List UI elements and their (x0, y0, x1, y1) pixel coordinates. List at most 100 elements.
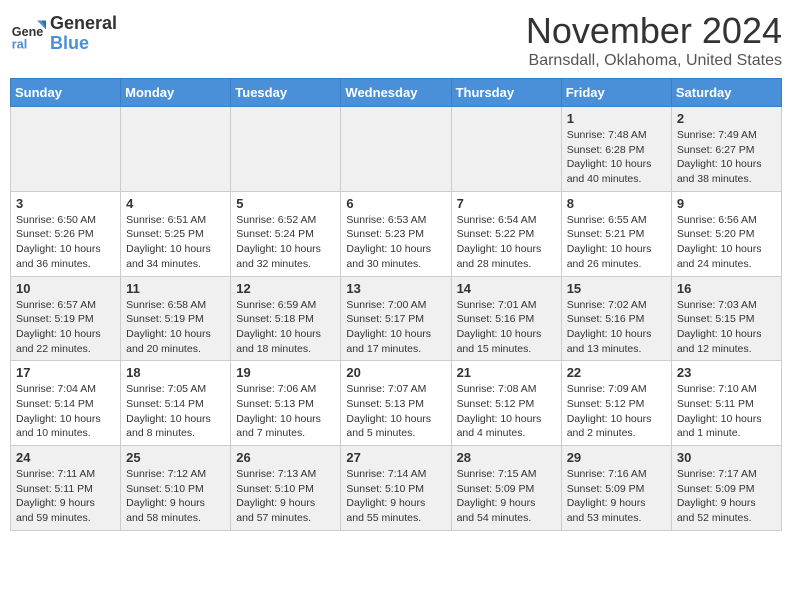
day-info: Sunrise: 7:02 AM Sunset: 5:16 PM Dayligh… (567, 298, 666, 357)
calendar-cell (451, 107, 561, 192)
day-info: Sunrise: 6:50 AM Sunset: 5:26 PM Dayligh… (16, 213, 115, 272)
day-info: Sunrise: 7:10 AM Sunset: 5:11 PM Dayligh… (677, 382, 776, 441)
day-number: 29 (567, 450, 666, 465)
day-number: 23 (677, 365, 776, 380)
calendar-cell: 5 Sunrise: 6:52 AM Sunset: 5:24 PM Daylig… (231, 191, 341, 276)
month-title: November 2024 (526, 10, 782, 52)
day-number: 14 (457, 281, 556, 296)
day-info: Sunrise: 7:49 AM Sunset: 6:27 PM Dayligh… (677, 128, 776, 187)
day-info: Sunrise: 7:11 AM Sunset: 5:11 PM Dayligh… (16, 467, 115, 526)
calendar-cell: 8 Sunrise: 6:55 AM Sunset: 5:21 PM Daylig… (561, 191, 671, 276)
day-info: Sunrise: 7:07 AM Sunset: 5:13 PM Dayligh… (346, 382, 445, 441)
day-number: 3 (16, 196, 115, 211)
day-number: 8 (567, 196, 666, 211)
calendar-cell: 12 Sunrise: 6:59 AM Sunset: 5:18 PM Dayli… (231, 276, 341, 361)
day-info: Sunrise: 7:00 AM Sunset: 5:17 PM Dayligh… (346, 298, 445, 357)
calendar-cell: 22 Sunrise: 7:09 AM Sunset: 5:12 PM Dayli… (561, 361, 671, 446)
calendar-table: SundayMondayTuesdayWednesdayThursdayFrid… (10, 78, 782, 531)
day-info: Sunrise: 7:01 AM Sunset: 5:16 PM Dayligh… (457, 298, 556, 357)
day-number: 13 (346, 281, 445, 296)
day-info: Sunrise: 6:59 AM Sunset: 5:18 PM Dayligh… (236, 298, 335, 357)
day-info: Sunrise: 7:17 AM Sunset: 5:09 PM Dayligh… (677, 467, 776, 526)
calendar-cell: 20 Sunrise: 7:07 AM Sunset: 5:13 PM Dayli… (341, 361, 451, 446)
day-info: Sunrise: 7:08 AM Sunset: 5:12 PM Dayligh… (457, 382, 556, 441)
day-info: Sunrise: 6:52 AM Sunset: 5:24 PM Dayligh… (236, 213, 335, 272)
day-info: Sunrise: 6:55 AM Sunset: 5:21 PM Dayligh… (567, 213, 666, 272)
day-info: Sunrise: 6:56 AM Sunset: 5:20 PM Dayligh… (677, 213, 776, 272)
calendar-cell: 14 Sunrise: 7:01 AM Sunset: 5:16 PM Dayli… (451, 276, 561, 361)
calendar-cell: 18Sunrise: 7:05 AM Sunset: 5:14 PM Dayli… (121, 361, 231, 446)
svg-text:ral: ral (12, 37, 27, 51)
calendar-cell: 4Sunrise: 6:51 AM Sunset: 5:25 PM Daylig… (121, 191, 231, 276)
day-info: Sunrise: 7:15 AM Sunset: 5:09 PM Dayligh… (457, 467, 556, 526)
day-number: 24 (16, 450, 115, 465)
calendar-week-4: 17 Sunrise: 7:04 AM Sunset: 5:14 PM Dayli… (11, 361, 782, 446)
day-info: Sunrise: 7:12 AM Sunset: 5:10 PM Dayligh… (126, 467, 225, 526)
calendar-cell (341, 107, 451, 192)
day-info: Sunrise: 7:09 AM Sunset: 5:12 PM Dayligh… (567, 382, 666, 441)
calendar-week-3: 10Sunrise: 6:57 AM Sunset: 5:19 PM Dayli… (11, 276, 782, 361)
calendar-week-1: 1 Sunrise: 7:48 AM Sunset: 6:28 PM Daylig… (11, 107, 782, 192)
calendar-cell: 19Sunrise: 7:06 AM Sunset: 5:13 PM Dayli… (231, 361, 341, 446)
day-number: 27 (346, 450, 445, 465)
weekday-header-row: SundayMondayTuesdayWednesdayThursdayFrid… (11, 79, 782, 107)
calendar-cell (231, 107, 341, 192)
title-section: November 2024 Barnsdall, Oklahoma, Unite… (526, 10, 782, 70)
day-info: Sunrise: 7:03 AM Sunset: 5:15 PM Dayligh… (677, 298, 776, 357)
day-info: Sunrise: 7:05 AM Sunset: 5:14 PM Dayligh… (126, 382, 225, 441)
logo-blue: Blue (50, 34, 117, 54)
logo-general: General (50, 14, 117, 34)
day-number: 30 (677, 450, 776, 465)
calendar-cell (121, 107, 231, 192)
location-title: Barnsdall, Oklahoma, United States (526, 52, 782, 70)
page-header: Gene ral General Blue November 2024 Barn… (10, 10, 782, 70)
calendar-cell: 6Sunrise: 6:53 AM Sunset: 5:23 PM Daylig… (341, 191, 451, 276)
day-info: Sunrise: 6:51 AM Sunset: 5:25 PM Dayligh… (126, 213, 225, 272)
weekday-header-friday: Friday (561, 79, 671, 107)
day-number: 9 (677, 196, 776, 211)
day-number: 1 (567, 111, 666, 126)
day-number: 19 (236, 365, 335, 380)
calendar-cell: 21 Sunrise: 7:08 AM Sunset: 5:12 PM Dayli… (451, 361, 561, 446)
day-number: 11 (126, 281, 225, 296)
calendar-week-2: 3 Sunrise: 6:50 AM Sunset: 5:26 PM Daylig… (11, 191, 782, 276)
day-number: 16 (677, 281, 776, 296)
calendar-cell: 16 Sunrise: 7:03 AM Sunset: 5:15 PM Dayli… (671, 276, 781, 361)
day-info: Sunrise: 7:48 AM Sunset: 6:28 PM Dayligh… (567, 128, 666, 187)
calendar-cell: 27 Sunrise: 7:14 AM Sunset: 5:10 PM Dayli… (341, 446, 451, 531)
logo-text: General Blue (50, 14, 117, 54)
day-number: 20 (346, 365, 445, 380)
calendar-cell: 17 Sunrise: 7:04 AM Sunset: 5:14 PM Dayli… (11, 361, 121, 446)
calendar-cell: 2Sunrise: 7:49 AM Sunset: 6:27 PM Daylig… (671, 107, 781, 192)
day-number: 22 (567, 365, 666, 380)
calendar-cell: 10Sunrise: 6:57 AM Sunset: 5:19 PM Dayli… (11, 276, 121, 361)
weekday-header-tuesday: Tuesday (231, 79, 341, 107)
calendar-cell: 29Sunrise: 7:16 AM Sunset: 5:09 PM Dayli… (561, 446, 671, 531)
day-info: Sunrise: 7:04 AM Sunset: 5:14 PM Dayligh… (16, 382, 115, 441)
day-info: Sunrise: 6:58 AM Sunset: 5:19 PM Dayligh… (126, 298, 225, 357)
day-number: 25 (126, 450, 225, 465)
day-number: 26 (236, 450, 335, 465)
day-info: Sunrise: 7:14 AM Sunset: 5:10 PM Dayligh… (346, 467, 445, 526)
day-number: 5 (236, 196, 335, 211)
calendar-cell: 7Sunrise: 6:54 AM Sunset: 5:22 PM Daylig… (451, 191, 561, 276)
weekday-header-sunday: Sunday (11, 79, 121, 107)
calendar-cell (11, 107, 121, 192)
calendar-cell: 30 Sunrise: 7:17 AM Sunset: 5:09 PM Dayli… (671, 446, 781, 531)
weekday-header-saturday: Saturday (671, 79, 781, 107)
day-info: Sunrise: 7:13 AM Sunset: 5:10 PM Dayligh… (236, 467, 335, 526)
calendar-cell: 24 Sunrise: 7:11 AM Sunset: 5:11 PM Dayli… (11, 446, 121, 531)
day-info: Sunrise: 6:54 AM Sunset: 5:22 PM Dayligh… (457, 213, 556, 272)
day-number: 28 (457, 450, 556, 465)
calendar-cell: 13 Sunrise: 7:00 AM Sunset: 5:17 PM Dayli… (341, 276, 451, 361)
calendar-cell: 15Sunrise: 7:02 AM Sunset: 5:16 PM Dayli… (561, 276, 671, 361)
day-number: 12 (236, 281, 335, 296)
logo-icon: Gene ral (10, 16, 46, 52)
day-number: 6 (346, 196, 445, 211)
calendar-cell: 11 Sunrise: 6:58 AM Sunset: 5:19 PM Dayli… (121, 276, 231, 361)
calendar-cell: 3 Sunrise: 6:50 AM Sunset: 5:26 PM Daylig… (11, 191, 121, 276)
calendar-cell: 1 Sunrise: 7:48 AM Sunset: 6:28 PM Daylig… (561, 107, 671, 192)
day-number: 17 (16, 365, 115, 380)
weekday-header-wednesday: Wednesday (341, 79, 451, 107)
day-number: 21 (457, 365, 556, 380)
